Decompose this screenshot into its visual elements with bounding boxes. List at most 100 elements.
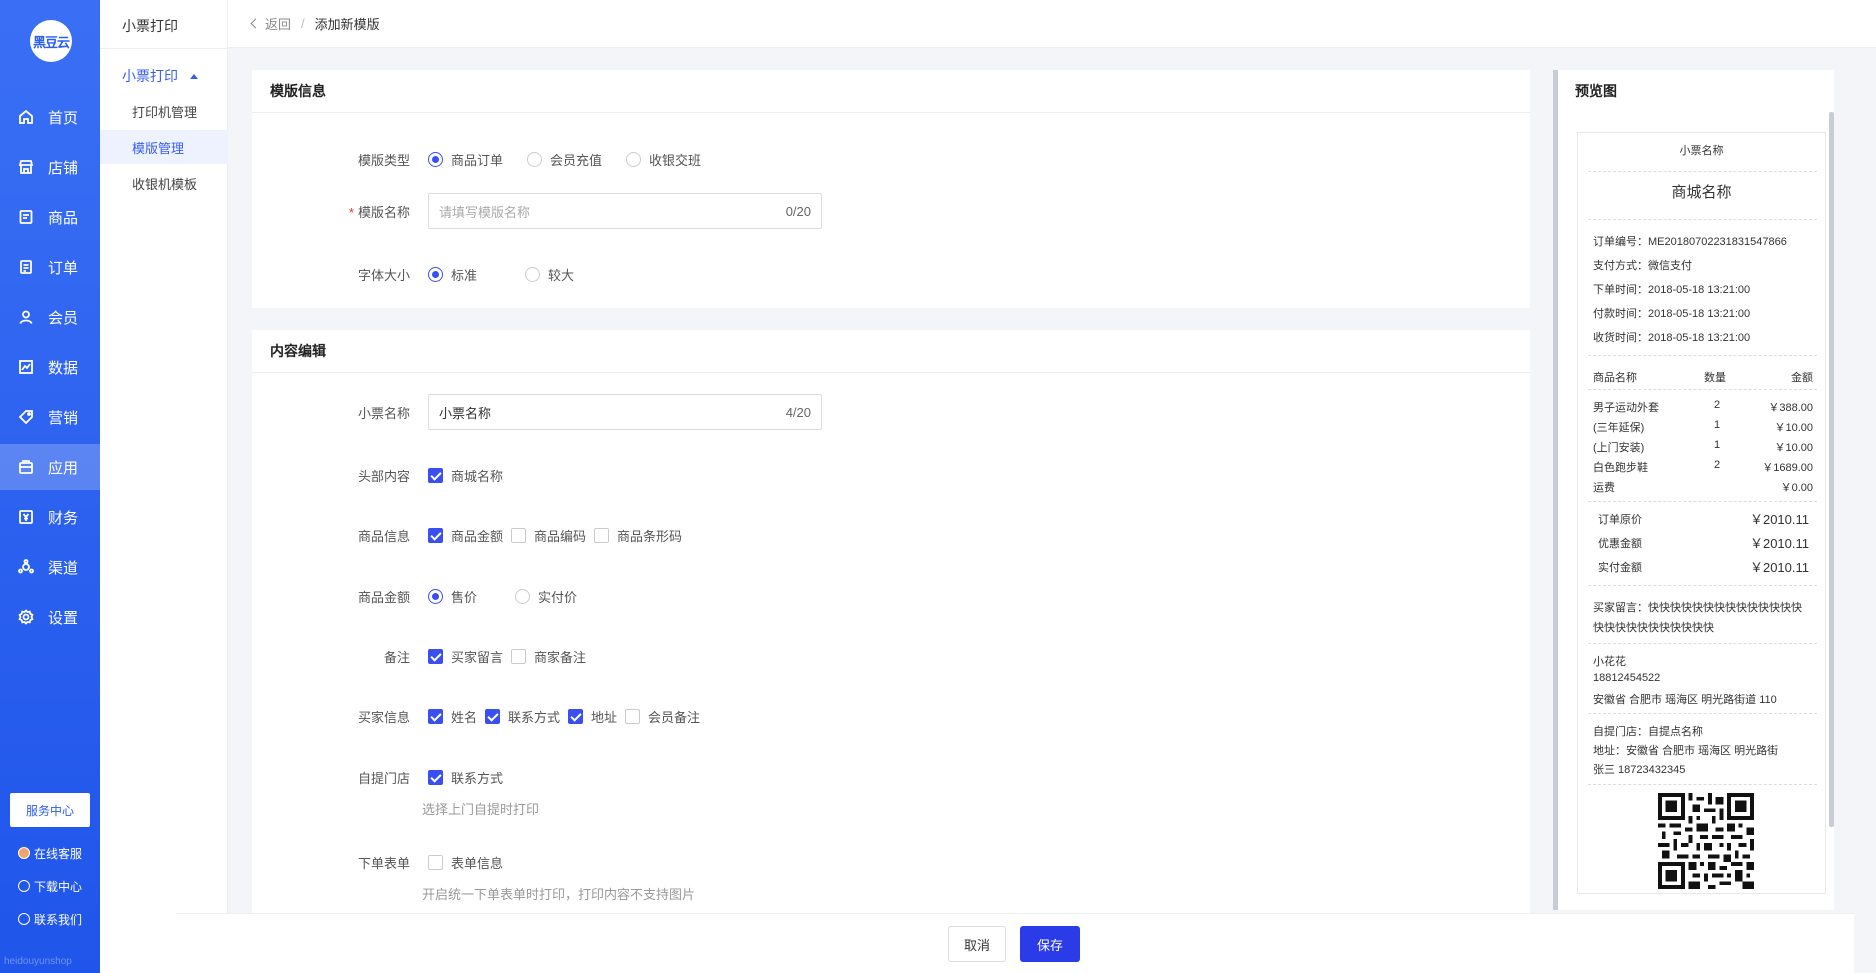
receipt-receive-time: 收货时间：2018-05-18 13:21:00 (1593, 332, 1751, 344)
nav-item-settings[interactable]: 设置 (0, 594, 100, 640)
template-name-input[interactable]: 请填写模版名称 0/20 (428, 193, 822, 229)
contact-us-link[interactable]: 联系我们 (18, 909, 82, 929)
receipt-divider (1588, 713, 1817, 714)
checkbox-mall-name[interactable]: 商城名称 (428, 466, 503, 485)
checkbox-icon (568, 708, 584, 724)
checkbox-buyer-contact[interactable]: 联系方式 (485, 707, 560, 726)
nav-item-app[interactable]: 应用 (0, 444, 100, 490)
download-icon (18, 880, 30, 892)
radio-font-standard[interactable]: 标准 (428, 265, 477, 284)
option-label: 商品订单 (451, 152, 504, 168)
option-label: 较大 (548, 267, 575, 283)
checkbox-merchant-remark[interactable]: 商家备注 (511, 647, 586, 666)
service-center-button[interactable]: 服务中心 (10, 793, 90, 827)
receipt-col-name: 商品名称 (1593, 372, 1637, 384)
radio-sale-price[interactable]: 售价 (428, 587, 477, 606)
nav-item-store[interactable]: 店铺 (0, 144, 100, 190)
radio-icon (428, 266, 443, 282)
nav-label: 数据 (48, 359, 79, 377)
receipt-item-amount: ￥388.00 (1768, 402, 1813, 414)
receipt-buyer-address: 安徽省 合肥市 瑶海区 明光路街道 110 (1593, 694, 1777, 706)
checkbox-goods-barcode[interactable]: 商品条形码 (594, 526, 682, 545)
nav-item-member[interactable]: 会员 (0, 294, 100, 340)
receipt-divider (1588, 501, 1817, 502)
receipt-pickup-contact: 张三 18723432345 (1593, 764, 1686, 776)
template-name-row: * 模版名称 请填写模版名称 0/20 (252, 193, 822, 229)
receipt-col-amount: 金额 (1791, 372, 1813, 384)
nav-item-home[interactable]: 首页 (0, 94, 100, 140)
brand-logo[interactable]: 黑豆云 (30, 20, 72, 62)
buyer-info-row: 买家信息 姓名 联系方式 地址 会员备注 (252, 705, 708, 727)
checkbox-goods-code[interactable]: 商品编码 (511, 526, 586, 545)
nav-label: 店铺 (48, 159, 79, 177)
preview-scrollbar[interactable] (1829, 112, 1834, 827)
receipt-divider (1588, 355, 1817, 356)
download-center-link[interactable]: 下载中心 (18, 876, 82, 896)
radio-icon (626, 151, 642, 167)
receipt-total-value: ￥2010.11 (1749, 512, 1809, 527)
content-edit-card: 内容编辑 小票名称 小票名称 4/20 头部内容 商城名称 商品信息 商品金额 … (252, 330, 1530, 913)
nav-item-channel[interactable]: 渠道 (0, 544, 100, 590)
radio-product-order[interactable]: 商品订单 (428, 150, 503, 169)
checkbox-icon (511, 648, 527, 664)
field-label: 备注 (383, 649, 410, 665)
receipt-divider (1588, 585, 1817, 586)
checkbox-icon (428, 769, 443, 785)
nav-label: 应用 (48, 459, 79, 477)
nav-item-order[interactable]: 订单 (0, 244, 100, 290)
checkbox-icon (428, 708, 443, 724)
radio-member-recharge[interactable]: 会员充值 (527, 150, 602, 169)
checkbox-icon (428, 467, 443, 483)
nav-label: 渠道 (48, 559, 79, 577)
receipt-divider (1588, 171, 1817, 172)
watermark: heidouyunshop (4, 956, 72, 967)
nav-item-marketing[interactable]: 营销 (0, 394, 100, 440)
nav-label: 会员 (48, 309, 79, 327)
radio-font-large[interactable]: 较大 (525, 265, 574, 284)
save-button[interactable]: 保存 (1020, 926, 1080, 962)
chevron-left-icon (250, 18, 261, 29)
channel-icon (18, 559, 34, 574)
checkbox-buyer-message[interactable]: 买家留言 (428, 647, 503, 666)
field-label: 买家信息 (357, 709, 410, 725)
checkbox-goods-amount[interactable]: 商品金额 (428, 526, 503, 545)
checkbox-buyer-address[interactable]: 地址 (568, 707, 617, 726)
online-service-link[interactable]: 在线客服 (18, 843, 82, 863)
sub-item-cashier-template[interactable]: 收银机模板 (100, 166, 228, 200)
order-form-hint: 开启统一下单表单时打印，打印内容不支持图片 (422, 887, 696, 902)
goods-info-row: 商品信息 商品金额 商品编码 商品条形码 (252, 524, 690, 546)
checkbox-pickup-contact[interactable]: 联系方式 (428, 768, 503, 787)
radio-paid-price[interactable]: 实付价 (515, 587, 577, 606)
checkbox-icon (485, 708, 501, 724)
main-sidebar: 黑豆云 首页 店铺 商品 订单 会员 数据 营销 应用 财务 渠道 设置 服务中… (0, 0, 100, 973)
gear-icon (18, 609, 34, 625)
radio-cashier-shift[interactable]: 收银交班 (626, 150, 701, 169)
sub-group-ticket-print[interactable]: 小票打印 (122, 66, 198, 86)
receipt-total-label: 实付金额 (1598, 562, 1642, 574)
nav-item-finance[interactable]: 财务 (0, 494, 100, 540)
option-label: 商品条形码 (617, 528, 683, 544)
checkbox-form-info[interactable]: 表单信息 (428, 853, 503, 872)
receipt-item-amount: ￥1689.00 (1762, 462, 1813, 474)
sub-group-label: 小票打印 (122, 68, 178, 84)
field-label: 模版类型 (357, 152, 410, 168)
field-label: 头部内容 (357, 468, 410, 484)
receipt-order-time: 下单时间：2018-05-18 13:21:00 (1593, 284, 1751, 296)
ticket-name-input[interactable]: 小票名称 4/20 (428, 394, 822, 430)
sub-item-printer-management[interactable]: 打印机管理 (100, 94, 228, 128)
template-info-card: 模版信息 模版类型 商品订单 会员充值 收银交班 * 模版名称 请填写模版名称 0… (252, 70, 1530, 308)
nav-item-goods[interactable]: 商品 (0, 194, 100, 240)
receipt-pay-time: 付款时间：2018-05-18 13:21:00 (1593, 308, 1751, 320)
back-button[interactable]: 返回 (250, 14, 291, 33)
field-label: 字体大小 (357, 267, 410, 283)
sub-item-template-management[interactable]: 模版管理 (100, 130, 228, 164)
nav-item-data[interactable]: 数据 (0, 344, 100, 390)
receipt-item-name: (三年延保) (1593, 422, 1645, 434)
checkbox-member-remark[interactable]: 会员备注 (625, 707, 700, 726)
checkbox-buyer-name[interactable]: 姓名 (428, 707, 477, 726)
receipt-buyer-message-cont: 快快快快快快快快快快快 (1593, 622, 1714, 634)
order-form-row: 下单表单 表单信息 (252, 851, 527, 873)
receipt-ticket-name: 小票名称 (1679, 145, 1724, 157)
breadcrumb: 返回 / 添加新模版 (228, 0, 1876, 48)
cancel-button[interactable]: 取消 (948, 926, 1006, 962)
